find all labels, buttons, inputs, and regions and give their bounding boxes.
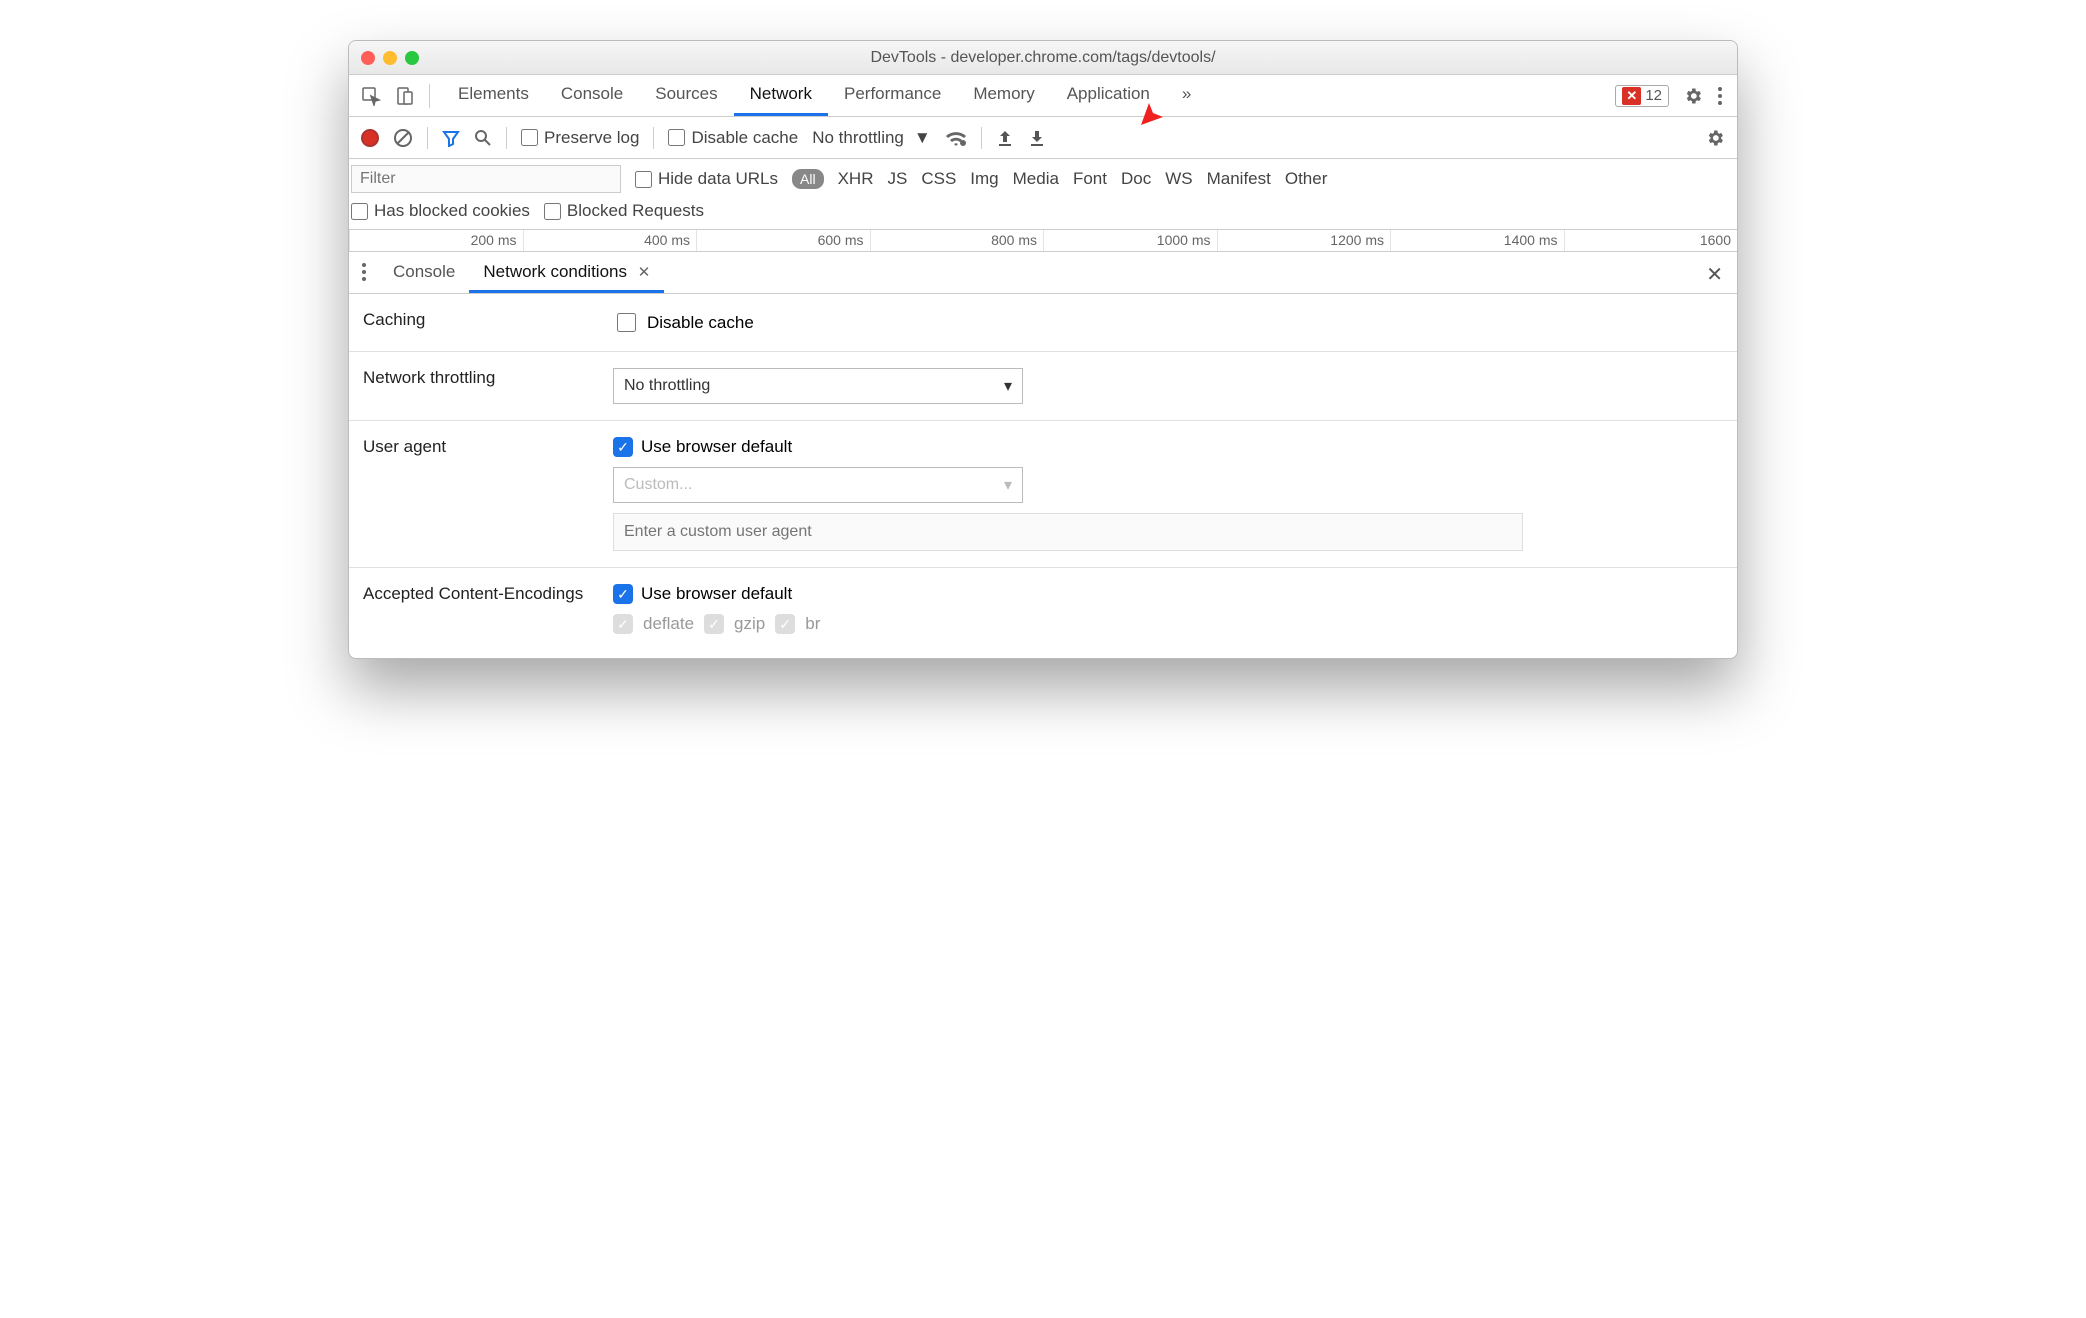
hide-data-urls-checkbox[interactable]: Hide data URLs xyxy=(635,169,778,189)
checkbox-checked-icon: ✓ xyxy=(613,584,633,604)
drawer-tab-network-conditions[interactable]: Network conditions ✕ xyxy=(469,252,664,293)
caching-label: Caching xyxy=(363,310,613,330)
panel-settings-gear-icon[interactable] xyxy=(1705,128,1725,148)
filter-type-media[interactable]: Media xyxy=(1013,169,1059,189)
encoding-gzip: gzip xyxy=(734,614,765,634)
close-drawer-icon[interactable]: ✕ xyxy=(1692,252,1737,293)
disable-cache-checkbox-drawer[interactable]: Disable cache xyxy=(613,310,1723,335)
user-agent-label: User agent xyxy=(363,437,613,457)
ua-use-default-checkbox[interactable]: ✓ Use browser default xyxy=(613,437,1723,457)
dropdown-caret-icon: ▾ xyxy=(1004,475,1012,495)
window-zoom-button[interactable] xyxy=(405,51,419,65)
encoding-deflate: deflate xyxy=(643,614,694,634)
record-button[interactable] xyxy=(361,129,379,147)
window-close-button[interactable] xyxy=(361,51,375,65)
search-icon[interactable] xyxy=(474,129,492,147)
download-har-icon[interactable] xyxy=(1028,129,1046,147)
filter-type-css[interactable]: CSS xyxy=(921,169,956,189)
drawer-tabstrip: Console Network conditions ✕ ✕ xyxy=(349,252,1737,294)
titlebar: DevTools - developer.chrome.com/tags/dev… xyxy=(349,41,1737,75)
error-x-icon: ✕ xyxy=(1622,87,1641,105)
scale-tick: 200 ms xyxy=(349,230,523,251)
filter-type-img[interactable]: Img xyxy=(970,169,998,189)
checkbox-checked-icon: ✓ xyxy=(613,437,633,457)
encodings-label: Accepted Content-Encodings xyxy=(363,584,613,604)
throttling-select[interactable]: No throttling ▼ xyxy=(812,128,931,148)
checkbox-disabled-icon: ✓ xyxy=(775,614,795,634)
scale-tick: 1000 ms xyxy=(1043,230,1217,251)
devtools-window: DevTools - developer.chrome.com/tags/dev… xyxy=(348,40,1738,659)
filter-type-xhr[interactable]: XHR xyxy=(838,169,874,189)
kebab-menu-icon[interactable] xyxy=(1717,86,1723,106)
error-count-badge[interactable]: ✕ 12 xyxy=(1615,85,1669,107)
upload-har-icon[interactable] xyxy=(996,129,1014,147)
network-conditions-panel: Caching Disable cache Network throttling… xyxy=(349,294,1737,658)
scale-tick: 1600 xyxy=(1564,230,1738,251)
preserve-log-checkbox[interactable]: Preserve log xyxy=(521,128,639,148)
checkbox-disabled-icon: ✓ xyxy=(704,614,724,634)
window-minimize-button[interactable] xyxy=(383,51,397,65)
tab-network[interactable]: Network xyxy=(734,75,828,116)
filter-type-manifest[interactable]: Manifest xyxy=(1207,169,1271,189)
enc-use-default-checkbox[interactable]: ✓ Use browser default xyxy=(613,584,1723,604)
timeline-scale[interactable]: 200 ms 400 ms 600 ms 800 ms 1000 ms 1200… xyxy=(349,230,1737,252)
has-blocked-cookies-checkbox[interactable]: Has blocked cookies xyxy=(351,201,530,221)
network-toolbar: Preserve log Disable cache No throttling… xyxy=(349,117,1737,159)
drawer-more-icon[interactable] xyxy=(349,252,379,293)
filter-type-doc[interactable]: Doc xyxy=(1121,169,1151,189)
scale-tick: 400 ms xyxy=(523,230,697,251)
throttling-select-drawer[interactable]: No throttling ▾ xyxy=(613,368,1023,404)
network-conditions-icon[interactable] xyxy=(945,129,967,147)
window-title: DevTools - developer.chrome.com/tags/dev… xyxy=(349,49,1737,67)
tab-sources[interactable]: Sources xyxy=(639,75,733,116)
disable-cache-checkbox[interactable]: Disable cache xyxy=(668,128,798,148)
main-tabstrip: Elements Console Sources Network Perform… xyxy=(349,75,1737,117)
encoding-br: br xyxy=(805,614,820,634)
filter-all-pill[interactable]: All xyxy=(792,169,824,189)
device-toggle-icon[interactable] xyxy=(395,86,415,106)
ua-custom-input xyxy=(613,513,1523,551)
tab-console[interactable]: Console xyxy=(545,75,639,116)
tab-memory[interactable]: Memory xyxy=(957,75,1050,116)
scale-tick: 1200 ms xyxy=(1217,230,1391,251)
clear-icon[interactable] xyxy=(393,128,413,148)
dropdown-caret-icon: ▾ xyxy=(1004,376,1012,396)
drawer-tab-console[interactable]: Console xyxy=(379,252,469,293)
scale-tick: 1400 ms xyxy=(1390,230,1564,251)
filter-type-js[interactable]: JS xyxy=(887,169,907,189)
filter-type-other[interactable]: Other xyxy=(1285,169,1328,189)
scale-tick: 600 ms xyxy=(696,230,870,251)
blocked-requests-checkbox[interactable]: Blocked Requests xyxy=(544,201,704,221)
filter-input[interactable] xyxy=(351,165,621,193)
ua-custom-select: Custom... ▾ xyxy=(613,467,1023,503)
error-count: 12 xyxy=(1645,87,1662,104)
annotation-arrow-icon xyxy=(1135,83,1183,131)
dropdown-caret-icon: ▼ xyxy=(914,128,931,148)
filter-type-ws[interactable]: WS xyxy=(1165,169,1192,189)
scale-tick: 800 ms xyxy=(870,230,1044,251)
tab-performance[interactable]: Performance xyxy=(828,75,957,116)
throttling-label: Network throttling xyxy=(363,368,613,388)
inspect-element-icon[interactable] xyxy=(361,86,381,106)
settings-gear-icon[interactable] xyxy=(1683,86,1703,106)
filter-bar: Hide data URLs All XHR JS CSS Img Media … xyxy=(349,159,1737,230)
close-tab-icon[interactable]: ✕ xyxy=(638,264,651,281)
tab-elements[interactable]: Elements xyxy=(442,75,545,116)
checkbox-disabled-icon: ✓ xyxy=(613,614,633,634)
filter-icon[interactable] xyxy=(442,129,460,147)
filter-type-font[interactable]: Font xyxy=(1073,169,1107,189)
